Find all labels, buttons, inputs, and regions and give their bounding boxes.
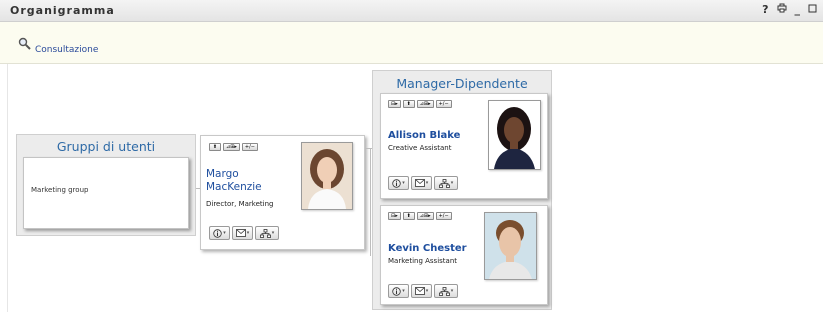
person-name-kevin[interactable]: Kevin Chester [388, 242, 467, 255]
help-icon[interactable]: ? [762, 3, 768, 17]
org-chart-button[interactable]: ▾ [434, 176, 458, 190]
connector-line [370, 148, 371, 256]
magnifier-icon [18, 36, 32, 55]
person-actions-allison: ▾ ▾ ▾ [388, 176, 458, 190]
person-photo-kevin [484, 212, 537, 280]
person-title-kevin: Marketing Assistant [388, 257, 458, 265]
toolbar: Consultazione [0, 22, 823, 64]
person-photo-margo [301, 142, 353, 210]
person-name-allison[interactable]: Allison Blake [388, 129, 460, 142]
org-chart-icon [259, 228, 271, 238]
group-card: Marketing group [23, 157, 189, 229]
org-chart-button[interactable]: ▾ [434, 284, 458, 298]
card-mini-buttons: ⬆ ⊿⊞▸ +/− [209, 143, 258, 151]
info-icon [213, 228, 222, 238]
person-photo-allison [488, 100, 541, 170]
person-actions-kevin: ▾ ▾ ▾ [388, 284, 458, 298]
info-button[interactable]: ▾ [388, 284, 409, 298]
toggle-button[interactable]: +/− [435, 100, 452, 108]
window-titlebar: Organigramma ? _ [0, 0, 823, 22]
org-chart-button[interactable]: ▾ [255, 226, 279, 240]
move-up-button[interactable]: ⬆ [209, 143, 221, 151]
person-card-margo: ⬆ ⊿⊞▸ +/− Margo MacKenzie Director, Mark… [200, 135, 365, 250]
info-icon [392, 286, 401, 296]
window-controls: ? _ [762, 3, 817, 17]
info-button[interactable]: ▾ [388, 176, 409, 190]
person-actions-margo: ▾ ▾ ▾ [209, 226, 279, 240]
org-chart-icon [438, 286, 450, 296]
person-name-line1: Margo [206, 168, 239, 180]
collapse-button[interactable]: ⊟▸ [388, 212, 401, 220]
expand-reports-button[interactable]: ⊿⊞▸ [416, 100, 434, 108]
expand-reports-button[interactable]: ⊿⊞▸ [223, 143, 240, 151]
email-button[interactable]: ▾ [232, 226, 253, 240]
toggle-button[interactable]: +/− [241, 143, 258, 151]
card-mini-buttons: ⊟▸ ⬆ ⊿⊞▸ +/− [388, 100, 452, 108]
person-card-kevin: ⊟▸ ⬆ ⊿⊞▸ +/− Kevin Chester Marketing Ass… [380, 205, 548, 305]
email-icon [235, 229, 246, 237]
person-title-margo: Director, Marketing [206, 200, 274, 208]
left-border [0, 64, 8, 312]
user-groups-title: Gruppi di utenti [56, 139, 156, 154]
info-icon [392, 178, 401, 188]
email-button[interactable]: ▾ [411, 284, 432, 298]
browse-link[interactable]: Consultazione [18, 36, 98, 55]
email-icon [414, 287, 425, 295]
org-chart-icon [438, 178, 450, 188]
print-icon[interactable] [777, 3, 787, 17]
minimize-icon[interactable]: _ [795, 3, 801, 17]
expand-reports-button[interactable]: ⊿⊞▸ [416, 212, 434, 220]
group-item-marketing[interactable]: Marketing group [31, 186, 88, 194]
move-up-button[interactable]: ⬆ [402, 100, 415, 108]
person-name-margo[interactable]: Margo MacKenzie [206, 168, 262, 194]
org-chart-area: Gruppi di utenti Marketing group ⬆ ⊿⊞▸ +… [0, 64, 823, 312]
user-groups-panel: Gruppi di utenti Marketing group [16, 134, 196, 236]
collapse-button[interactable]: ⊟▸ [388, 100, 401, 108]
toggle-button[interactable]: +/− [435, 212, 452, 220]
manager-employee-title: Manager-Dipendente [396, 76, 528, 91]
window-title: Organigramma [10, 4, 115, 17]
info-button[interactable]: ▾ [209, 226, 230, 240]
browse-label: Consultazione [35, 45, 99, 55]
person-card-allison: ⊟▸ ⬆ ⊿⊞▸ +/− Allison Blake Creative Assi… [380, 93, 548, 199]
card-mini-buttons: ⊟▸ ⬆ ⊿⊞▸ +/− [388, 212, 452, 220]
manager-employee-panel: Manager-Dipendente ⊟▸ ⬆ ⊿⊞▸ +/− Allison … [372, 70, 552, 310]
move-up-button[interactable]: ⬆ [402, 212, 415, 220]
person-title-allison: Creative Assistant [388, 144, 452, 152]
email-button[interactable]: ▾ [411, 176, 432, 190]
restore-icon[interactable] [808, 3, 817, 17]
email-icon [414, 179, 425, 187]
person-name-line2: MacKenzie [206, 181, 262, 193]
